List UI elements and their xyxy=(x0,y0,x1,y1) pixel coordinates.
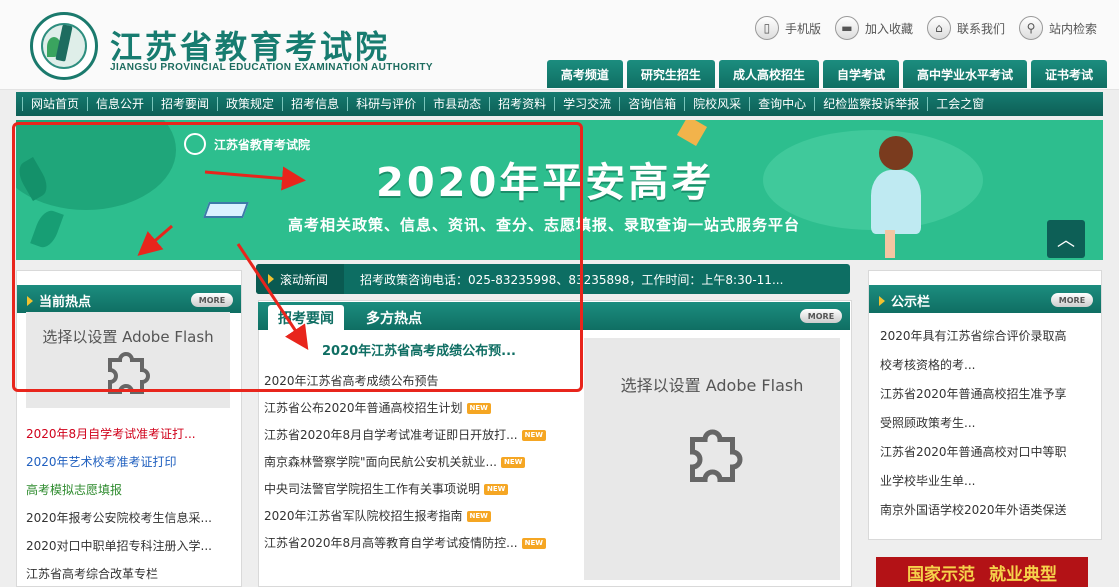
site-search-link[interactable]: ⚲ 站内检索 xyxy=(1018,16,1097,40)
nav-materials[interactable]: 招考资料 xyxy=(489,97,554,111)
list-item[interactable]: 受照顾政策考生... xyxy=(880,409,1090,438)
tab-graduate[interactable]: 研究生招生 xyxy=(626,60,715,88)
notice-list: 2020年具有江苏省综合评价录取高 校考核资格的考... 江苏省2020年普通高… xyxy=(880,322,1090,528)
list-item[interactable]: 校考核资格的考... xyxy=(880,351,1090,380)
new-badge: NEW xyxy=(500,457,526,468)
logo-emblem-icon[interactable] xyxy=(30,12,98,80)
contact-link[interactable]: ⌂ 联系我们 xyxy=(926,16,1005,40)
news-item[interactable]: 南京森林警察学院"面向民航公安机关就业... NEW xyxy=(264,449,574,476)
nav-learning[interactable]: 学习交流 xyxy=(554,97,619,111)
news-item[interactable]: 江苏省2020年8月自学考试准考证即日开放打... NEW xyxy=(264,422,574,449)
news-more-button[interactable]: MORE xyxy=(800,309,842,323)
main-navbar: 网站首页 信息公开 招考要闻 政策规定 招考信息 科研与评价 市县动态 招考资料… xyxy=(16,92,1103,116)
bookmark-link[interactable]: ▬ 加入收藏 xyxy=(834,16,913,40)
tab-self-study[interactable]: 自学考试 xyxy=(822,60,899,88)
tab-certificate[interactable]: 证书考试 xyxy=(1030,60,1107,88)
search-icon: ⚲ xyxy=(1018,16,1043,40)
list-item[interactable]: 高考模拟志愿填报 xyxy=(26,476,226,504)
list-item[interactable]: 2020年艺术校考准考证打印 xyxy=(26,448,226,476)
news-item[interactable]: 中央司法警官学院招生工作有关事项说明 NEW xyxy=(264,476,574,503)
top-links: ▯ 手机版 ▬ 加入收藏 ⌂ 联系我们 ⚲ 站内检索 xyxy=(754,16,1097,40)
new-badge: NEW xyxy=(521,430,546,441)
list-item[interactable]: 江苏省高考综合改革专栏 xyxy=(26,560,226,587)
list-item[interactable]: 2020年报考公安院校考生信息采... xyxy=(26,504,226,532)
nav-research[interactable]: 科研与评价 xyxy=(347,97,424,111)
channel-tabs: 高考频道 研究生招生 成人高校招生 自学考试 高中学业水平考试 证书考试 xyxy=(546,60,1107,88)
list-item[interactable]: 2020对口中职单招专科注册入学... xyxy=(26,532,226,560)
nav-policy[interactable]: 政策规定 xyxy=(217,97,282,111)
nav-news[interactable]: 招考要闻 xyxy=(152,97,217,111)
plugin-puzzle-icon xyxy=(690,429,743,482)
news-item[interactable]: 2020年江苏省军队院校招生报考指南 NEW xyxy=(264,503,574,530)
folder-icon: ▬ xyxy=(834,16,859,40)
notice-title: 公示栏 xyxy=(891,295,931,310)
news-item[interactable]: 江苏省公布2020年普通高校招生计划 NEW xyxy=(264,395,574,422)
phone-icon: ▯ xyxy=(754,16,779,40)
nav-exam-info[interactable]: 招考信息 xyxy=(282,97,347,111)
nav-mailbox[interactable]: 咨询信箱 xyxy=(619,97,684,111)
nav-union[interactable]: 工会之窗 xyxy=(927,97,992,111)
list-item[interactable]: 2020年具有江苏省综合评价录取高 xyxy=(880,322,1090,351)
nav-city-news[interactable]: 市县动态 xyxy=(424,97,489,111)
tab-adult[interactable]: 成人高校招生 xyxy=(718,60,819,88)
new-badge: NEW xyxy=(466,403,491,414)
tab-gaokao[interactable]: 高考频道 xyxy=(546,60,623,88)
site-subtitle: JIANGSU PROVINCIAL EDUCATION EXAMINATION… xyxy=(110,62,433,73)
scroll-top-button[interactable]: ︿ xyxy=(1047,220,1085,258)
new-badge: NEW xyxy=(521,538,546,549)
flash-placeholder[interactable]: 选择以设置 Adobe Flash xyxy=(584,338,840,580)
new-badge: NEW xyxy=(466,511,491,522)
mobile-link[interactable]: ▯ 手机版 xyxy=(754,16,821,40)
nav-query[interactable]: 查询中心 xyxy=(749,97,814,111)
list-item[interactable]: 南京外国语学校2020年外语类保送 xyxy=(880,496,1090,525)
home-icon: ⌂ xyxy=(926,16,951,40)
nav-info-public[interactable]: 信息公开 xyxy=(87,97,152,111)
new-badge: NEW xyxy=(484,484,509,495)
tab-high-school-level[interactable]: 高中学业水平考试 xyxy=(902,60,1027,88)
nav-schools[interactable]: 院校风采 xyxy=(684,97,749,111)
notice-header: 公示栏 MORE xyxy=(869,285,1101,313)
notice-more-button[interactable]: MORE xyxy=(1051,293,1093,307)
site-header: 江苏省教育考试院 JIANGSU PROVINCIAL EDUCATION EX… xyxy=(0,0,1119,90)
nav-home[interactable]: 网站首页 xyxy=(22,97,87,111)
demo-employment-banner[interactable]: 国家示范 就业典型 xyxy=(876,557,1088,587)
paper-plane-icon xyxy=(676,120,708,147)
nav-complaint[interactable]: 纪检监察投诉举报 xyxy=(814,97,927,111)
list-item[interactable]: 2020年8月自学考试准考证打... xyxy=(26,420,226,448)
list-item[interactable]: 江苏省2020年普通高校招生准予享 xyxy=(880,380,1090,409)
annotation-highlight-box xyxy=(12,122,583,392)
list-item[interactable]: 业学校毕业生单... xyxy=(880,467,1090,496)
list-item[interactable]: 江苏省2020年普通高校对口中等职 xyxy=(880,438,1090,467)
arrow-right-icon xyxy=(879,295,885,306)
student-illustration xyxy=(853,130,943,260)
news-item[interactable]: 江苏省2020年8月高等教育自学考试疫情防控... NEW xyxy=(264,530,574,557)
hot-topics-list: 2020年8月自学考试准考证打... 2020年艺术校考准考证打印 高考模拟志愿… xyxy=(26,420,226,587)
